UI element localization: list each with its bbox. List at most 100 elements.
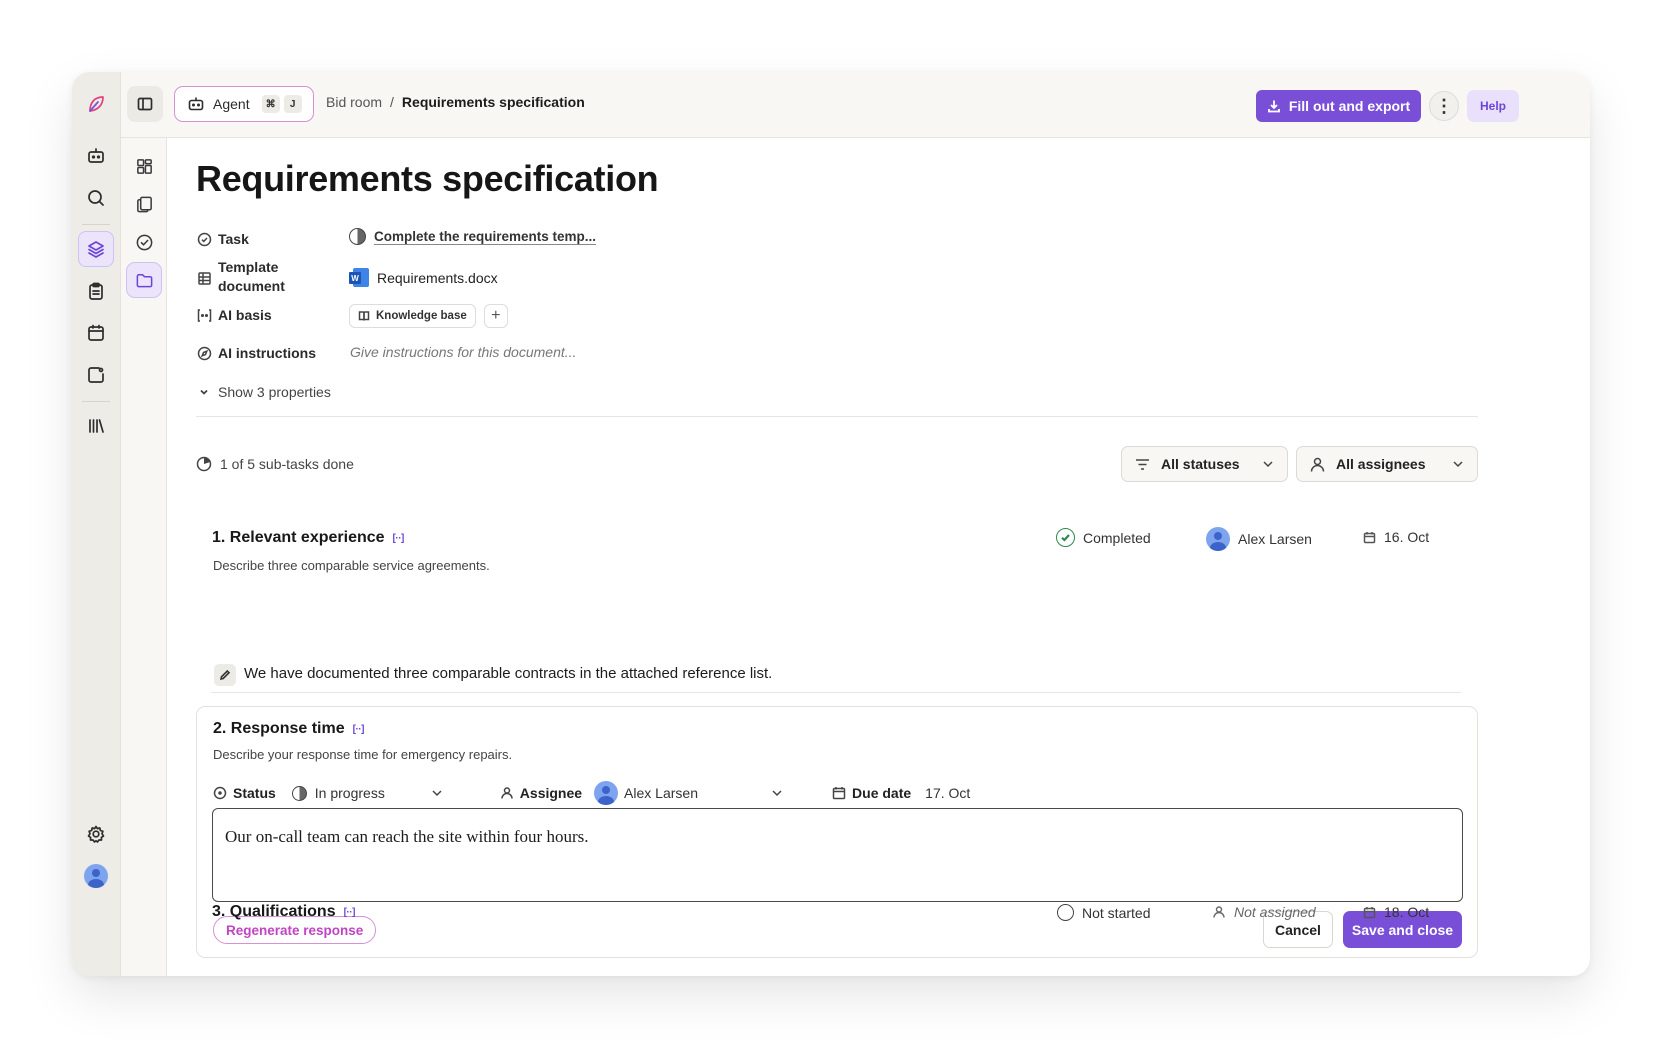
assignee-select[interactable]: Alex Larsen	[594, 781, 784, 805]
compass-icon	[197, 346, 212, 361]
sidebar-toggle-button[interactable]	[127, 86, 163, 122]
word-document-icon: W	[349, 268, 369, 288]
requirement-1-answer: We have documented three comparable cont…	[244, 665, 773, 682]
show-properties-label: Show 3 properties	[218, 384, 331, 400]
dashboard-icon[interactable]	[126, 148, 162, 184]
status-select[interactable]: In progress	[291, 785, 444, 801]
status-text: Completed	[1083, 529, 1151, 546]
requirement-3-due-date[interactable]: 18. Oct	[1363, 904, 1429, 920]
content-area: Requirements specification Task Complete…	[167, 138, 1590, 976]
help-button[interactable]: Help	[1467, 90, 1519, 122]
requirement-1-title: 1. Relevant experience	[212, 529, 385, 546]
add-ai-basis-button[interactable]: +	[483, 304, 508, 328]
ai-instructions-input[interactable]: Give instructions for this document...	[350, 344, 576, 360]
agent-button[interactable]: Agent ⌘ J	[174, 86, 314, 122]
show-properties-toggle[interactable]: Show 3 properties	[198, 384, 331, 400]
search-icon[interactable]	[78, 180, 114, 216]
assignee-filter[interactable]: All assignees	[1296, 446, 1478, 482]
shortcut-key: J	[283, 95, 302, 113]
task-value[interactable]: Complete the requirements temp...	[349, 228, 597, 245]
more-options-button[interactable]: ⋮	[1429, 91, 1459, 121]
left-rail	[72, 72, 120, 976]
avatar	[594, 781, 619, 805]
breadcrumb-separator: /	[390, 94, 394, 110]
agent-label: Agent	[213, 96, 250, 112]
breadcrumb-parent[interactable]: Bid room	[326, 94, 382, 110]
export-label: Fill out and export	[1288, 98, 1411, 114]
status-filter-label: All statuses	[1161, 456, 1240, 472]
secondary-sidebar	[121, 138, 167, 976]
requirement-3-assignee[interactable]: Not assigned	[1212, 904, 1316, 920]
ai-icon: [··]	[392, 532, 405, 544]
requirement-title[interactable]: 1. Relevant experience [··]	[212, 529, 404, 547]
person-icon	[501, 787, 513, 799]
knowledge-base-label: Knowledge base	[376, 310, 467, 322]
page-title: Requirements specification	[196, 158, 659, 199]
chevron-down-icon	[1453, 461, 1463, 468]
ai-instructions-label: AI instructions	[218, 345, 317, 361]
folder-icon[interactable]	[126, 262, 162, 298]
library-icon[interactable]	[78, 408, 114, 444]
requirement-1-status[interactable]: Completed	[1056, 528, 1151, 547]
check-circle-icon[interactable]	[126, 224, 162, 260]
status-label: Status	[233, 785, 276, 801]
calendar-icon[interactable]	[78, 315, 114, 351]
in-progress-icon	[291, 785, 307, 801]
assignee-filter-label: All assignees	[1336, 456, 1426, 472]
chevron-down-icon	[432, 790, 442, 797]
template-label-line2: document	[218, 278, 285, 294]
status-value: In progress	[314, 785, 385, 801]
avatar[interactable]	[78, 858, 114, 894]
template-document-value[interactable]: W Requirements.docx	[349, 268, 498, 288]
task-link[interactable]: Complete the requirements temp...	[374, 229, 597, 245]
calendar-icon	[1363, 531, 1376, 543]
ai-icon: [··]	[343, 906, 356, 918]
layers-icon[interactable]	[78, 231, 114, 267]
requirement-3-status[interactable]: Not started	[1057, 904, 1150, 921]
pencil-icon	[219, 669, 231, 681]
row-divider	[211, 692, 1461, 693]
requirement-1-description: Describe three comparable service agreem…	[213, 558, 490, 573]
assignee-name: Not assigned	[1234, 904, 1316, 920]
not-started-icon	[1057, 904, 1074, 921]
requirement-3-title: 3. Qualifications	[212, 903, 336, 920]
tasks-icon[interactable]	[78, 357, 114, 393]
due-date-text: 18. Oct	[1384, 904, 1430, 920]
requirement-title[interactable]: 3. Qualifications [··]	[212, 903, 355, 921]
person-icon	[1213, 906, 1225, 918]
check-circle-icon	[197, 232, 212, 247]
logo-icon[interactable]	[78, 86, 114, 122]
progress-pie-icon	[196, 456, 212, 472]
download-icon	[1267, 100, 1280, 113]
subtask-progress: 1 of 5 sub-tasks done	[196, 456, 354, 472]
assignee-name: Alex Larsen	[1238, 531, 1312, 547]
assignee-value: Alex Larsen	[624, 785, 698, 801]
due-date-text: 16. Oct	[1384, 529, 1430, 545]
ai-icon: [··]	[352, 723, 365, 735]
settings-icon[interactable]	[78, 816, 114, 852]
status-filter[interactable]: All statuses	[1121, 446, 1288, 482]
documents-icon[interactable]	[126, 186, 162, 222]
chevron-down-icon	[1263, 461, 1273, 468]
due-date-value[interactable]: 17. Oct	[925, 785, 970, 801]
ai-icon	[197, 308, 212, 323]
clipboard-icon[interactable]	[78, 273, 114, 309]
table-icon	[197, 271, 212, 286]
requirement-title: 2. Response time [··]	[213, 720, 364, 738]
knowledge-base-chip[interactable]: Knowledge base	[349, 304, 476, 328]
robot-icon[interactable]	[78, 138, 114, 174]
requirement-1-due-date[interactable]: 16. Oct	[1363, 529, 1429, 545]
completed-icon	[1056, 528, 1075, 547]
breadcrumb-current: Requirements specification	[401, 94, 585, 110]
filter-icon	[1136, 458, 1149, 470]
chevron-down-icon	[200, 389, 208, 395]
response-editor[interactable]: Our on-call team can reach the site with…	[212, 808, 1463, 902]
template-filename[interactable]: Requirements.docx	[377, 270, 498, 286]
edit-answer-button[interactable]	[214, 664, 236, 686]
fill-out-export-button[interactable]: Fill out and export	[1256, 90, 1421, 122]
sidebar-icon	[137, 97, 153, 111]
main-panel: Agent ⌘ J Bid room / Requirements specif…	[120, 72, 1590, 976]
requirement-2-fields: Status In progress Assignee Alex Larsen	[213, 781, 970, 805]
requirement-1-assignee[interactable]: Alex Larsen	[1206, 527, 1312, 551]
app-window: Agent ⌘ J Bid room / Requirements specif…	[72, 72, 1590, 976]
